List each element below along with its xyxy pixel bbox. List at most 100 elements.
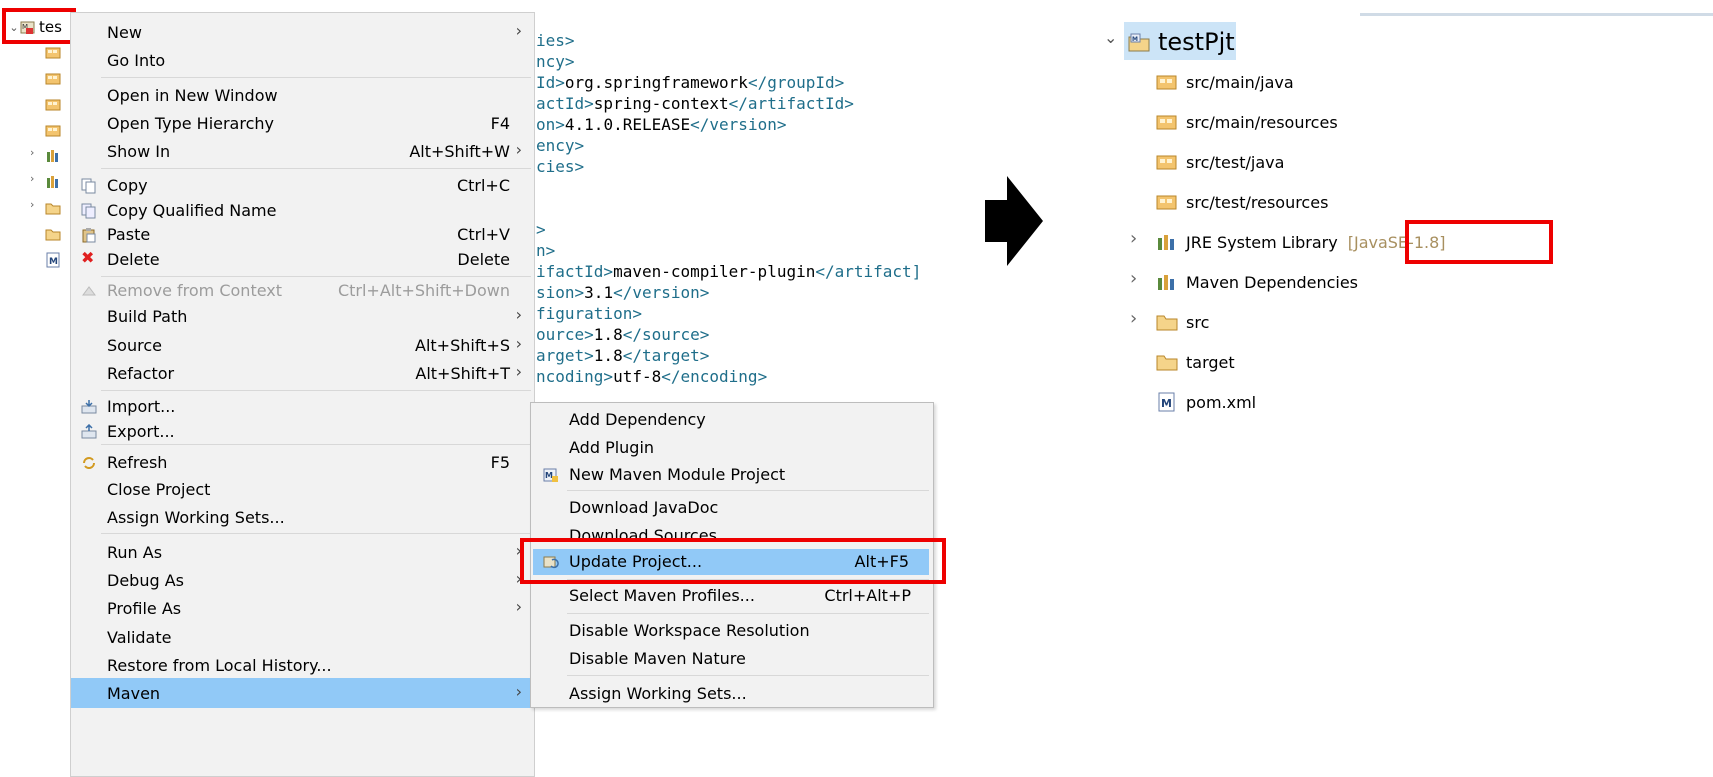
code-line: Id>org.springframework</groupId> <box>536 73 845 92</box>
submenu-item-assign-working-sets[interactable]: Assign Working Sets... <box>531 681 933 707</box>
library-icon[interactable] <box>45 174 61 194</box>
tree-row-pom[interactable]: M pom.xml <box>1156 382 1256 422</box>
tree-item-label: target <box>1186 352 1235 372</box>
menu-item-go-into[interactable]: Go Into <box>71 48 534 74</box>
submenu-item-add-plugin[interactable]: Add Plugin <box>531 435 933 461</box>
menu-item-import[interactable]: Import... <box>71 394 534 420</box>
library-icon[interactable] <box>45 148 61 168</box>
menu-item-label: Show In <box>107 142 171 161</box>
folder-icon[interactable] <box>45 200 61 220</box>
maven-pom-icon: M <box>1156 392 1178 412</box>
submenu-arrow-icon: › <box>515 597 522 616</box>
menu-item-paste[interactable]: Paste Ctrl+V <box>71 222 534 248</box>
tree-row-src-main-java[interactable]: src/main/java <box>1156 62 1294 102</box>
right-project-explorer: ⌄ M testPjt src/main/java src/main/resou… <box>1100 0 1713 775</box>
tree-row-target[interactable]: target <box>1156 342 1235 382</box>
menu-item-label: Source <box>107 336 162 355</box>
menu-item-new[interactable]: New › <box>71 20 534 46</box>
menu-item-run-as[interactable]: Run As › <box>71 540 534 566</box>
context-menu: New › Go Into Open in New Window Open Ty… <box>70 12 535 777</box>
tree-row-project[interactable]: M testPjt <box>1128 22 1235 62</box>
chevron-right-icon[interactable]: › <box>30 198 34 211</box>
menu-item-refactor[interactable]: Refactor Alt+Shift+T › <box>71 361 534 387</box>
shortcut-label: Ctrl+V <box>457 225 510 244</box>
menu-item-label: New Maven Module Project <box>569 465 786 484</box>
submenu-item-download-javadoc[interactable]: Download JavaDoc <box>531 495 933 521</box>
maven-pom-icon[interactable]: M <box>45 252 61 272</box>
menu-item-show-in[interactable]: Show In Alt+Shift+W › <box>71 139 534 165</box>
menu-item-label: Restore from Local History... <box>107 656 332 675</box>
tree-row-src-test-java[interactable]: src/test/java <box>1156 142 1284 182</box>
tree-row-maven-dependencies[interactable]: Maven Dependencies <box>1156 262 1358 302</box>
chevron-right-icon[interactable]: › <box>1130 308 1137 329</box>
code-line: sion>3.1</version> <box>536 283 710 302</box>
shortcut-label: F5 <box>490 453 510 472</box>
shortcut-label: Ctrl+Alt+Shift+Down <box>337 281 510 300</box>
menu-item-open-type-hierarchy[interactable]: Open Type Hierarchy F4 <box>71 111 534 137</box>
submenu-item-disable-workspace-resolution[interactable]: Disable Workspace Resolution <box>531 618 933 644</box>
menu-item-debug-as[interactable]: Debug As › <box>71 568 534 594</box>
package-folder-icon <box>1156 112 1178 132</box>
right-arrow-icon <box>985 176 1045 270</box>
tree-row-src-main-resources[interactable]: src/main/resources <box>1156 102 1338 142</box>
submenu-item-select-profiles[interactable]: Select Maven Profiles... Ctrl+Alt+P <box>531 583 933 609</box>
delete-icon: ✖ <box>81 248 95 267</box>
submenu-item-disable-maven-nature[interactable]: Disable Maven Nature <box>531 646 933 672</box>
menu-item-delete[interactable]: ✖ Delete Delete <box>71 247 534 273</box>
chevron-down-icon[interactable]: ⌄ <box>1104 28 1117 47</box>
tree-item-label: src/test/java <box>1186 152 1285 172</box>
menu-separator <box>101 168 531 169</box>
menu-item-profile-as[interactable]: Profile As › <box>71 596 534 622</box>
package-folder-icon[interactable] <box>45 70 61 90</box>
tree-row-jre-system-library[interactable]: JRE System Library [JavaSE-1.8] <box>1156 222 1446 262</box>
shortcut-label: Alt+Shift+W <box>409 142 510 161</box>
menu-item-label: Run As <box>107 543 163 562</box>
tree-row-src-test-resources[interactable]: src/test/resources <box>1156 182 1328 222</box>
menu-item-open-new-window[interactable]: Open in New Window <box>71 83 534 109</box>
tree-item-label: src/main/resources <box>1186 112 1338 132</box>
code-line: ncy> <box>536 52 575 71</box>
folder-icon <box>1156 352 1178 372</box>
folder-icon <box>1156 312 1178 332</box>
remove-context-icon <box>81 283 97 299</box>
project-label[interactable]: testPjt <box>1158 28 1235 56</box>
menu-item-maven[interactable]: Maven › <box>71 678 534 708</box>
package-folder-icon[interactable] <box>45 44 61 64</box>
menu-item-source[interactable]: Source Alt+Shift+S › <box>71 333 534 359</box>
submenu-item-add-dependency[interactable]: Add Dependency <box>531 407 933 433</box>
shortcut-label: Alt+Shift+T <box>415 364 510 383</box>
code-line: actId>spring-context</artifactId> <box>536 94 854 113</box>
menu-item-close-project[interactable]: Close Project <box>71 477 534 503</box>
menu-item-label: Go Into <box>107 51 166 70</box>
menu-item-label: Import... <box>107 397 176 416</box>
maven-project-icon: M <box>1128 32 1150 52</box>
chevron-right-icon[interactable]: › <box>30 146 34 159</box>
menu-separator <box>567 613 929 614</box>
menu-item-refresh[interactable]: Refresh F5 <box>71 450 534 476</box>
menu-item-validate[interactable]: Validate <box>71 625 534 651</box>
menu-item-label: Select Maven Profiles... <box>569 586 755 605</box>
tree-row-src[interactable]: src <box>1156 302 1209 342</box>
code-line: n> <box>536 241 556 260</box>
folder-icon[interactable] <box>45 226 61 246</box>
menu-item-export[interactable]: Export... <box>71 419 534 445</box>
menu-item-restore-local-history[interactable]: Restore from Local History... <box>71 653 534 679</box>
chevron-right-icon[interactable]: › <box>1130 268 1137 289</box>
submenu-arrow-icon: › <box>515 305 522 324</box>
code-line: arget>1.8</target> <box>536 346 710 365</box>
submenu-item-new-maven-module[interactable]: M New Maven Module Project <box>531 462 933 488</box>
menu-item-label: Paste <box>107 225 151 244</box>
package-folder-icon[interactable] <box>45 96 61 116</box>
menu-item-assign-working-sets[interactable]: Assign Working Sets... <box>71 505 534 531</box>
chevron-right-icon[interactable]: › <box>1130 228 1137 249</box>
menu-item-copy[interactable]: Copy Ctrl+C <box>71 173 534 199</box>
menu-item-label: Export... <box>107 422 175 441</box>
chevron-right-icon[interactable]: › <box>30 172 34 185</box>
menu-item-build-path[interactable]: Build Path › <box>71 304 534 330</box>
menu-separator <box>101 390 531 391</box>
package-folder-icon[interactable] <box>45 122 61 142</box>
package-folder-icon <box>1156 72 1178 92</box>
menu-item-copy-qualified-name[interactable]: Copy Qualified Name <box>71 198 534 224</box>
menu-item-label: Disable Workspace Resolution <box>569 621 810 640</box>
import-icon <box>81 399 97 415</box>
